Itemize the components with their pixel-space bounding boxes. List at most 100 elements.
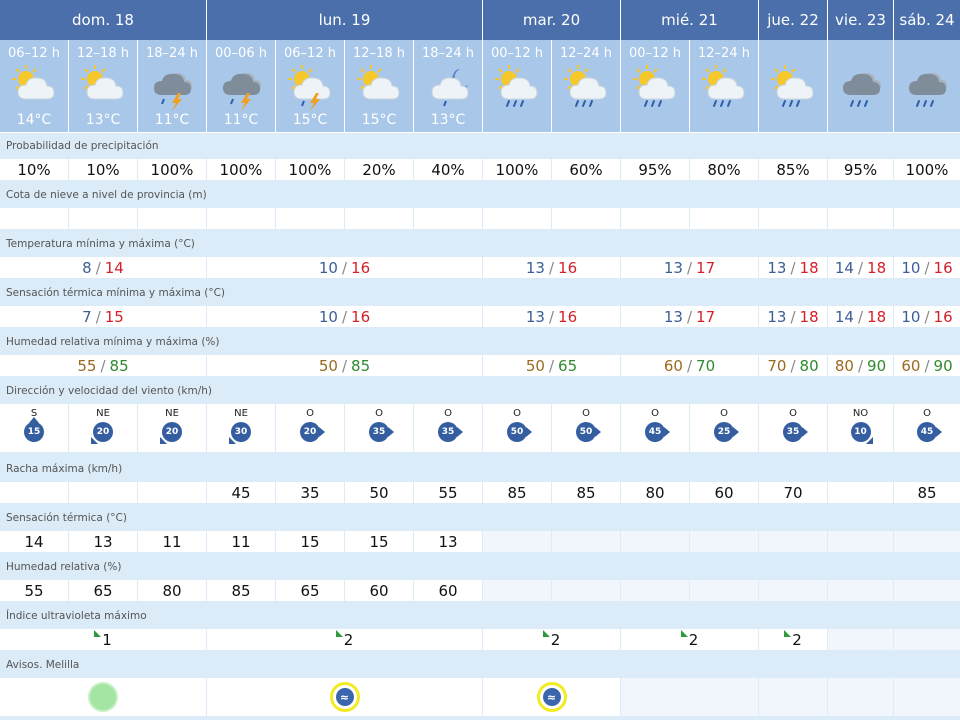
feels_now-cell: 11: [138, 531, 206, 552]
feels_now-cell: [483, 531, 551, 552]
uv-flag-icon: [680, 630, 688, 637]
warning-cell[interactable]: [759, 678, 827, 716]
feels-min: 10: [318, 307, 338, 326]
temp-cell: 13/17: [621, 257, 758, 278]
wave-icon: ≈: [335, 688, 354, 706]
precip-cell: 85%: [759, 159, 827, 180]
wind-direction-icon: [319, 427, 325, 437]
section-label: Índice ultravioleta máximo: [6, 610, 147, 622]
wind-direction: O: [306, 408, 314, 419]
period-header: 12–24 h: [690, 40, 758, 132]
feels-min: 13: [525, 307, 545, 326]
warning-coastal-icon[interactable]: ≈: [536, 682, 567, 712]
period-label: 12–18 h: [77, 46, 129, 61]
temp-min: 10: [318, 258, 338, 277]
separator: /: [924, 258, 930, 277]
hum_now-cell: [552, 580, 620, 601]
uv-flag-icon: [335, 630, 343, 637]
warning-cell[interactable]: [894, 678, 960, 716]
temp-max: 18: [867, 258, 887, 277]
humidity-max: 85: [109, 356, 129, 375]
wind-direction-icon: [526, 427, 532, 437]
separator: /: [924, 356, 930, 375]
separator: /: [341, 258, 348, 277]
precip-cell: 20%: [345, 159, 413, 180]
day-header[interactable]: sáb. 24: [894, 0, 960, 40]
wind-arrow-icon: 25: [714, 422, 739, 442]
feels-min: 10: [901, 307, 921, 326]
day-header[interactable]: jue. 22: [759, 0, 827, 40]
warning-coastal-icon[interactable]: ≈: [329, 682, 360, 712]
wind-arrow-icon: 35: [369, 422, 394, 442]
period-label: 06–12 h: [8, 46, 60, 61]
day-header[interactable]: vie. 23: [828, 0, 893, 40]
precip-cell: 100%: [894, 159, 960, 180]
wave-icon: ≈: [542, 688, 561, 706]
uv-value: 2: [792, 630, 802, 649]
separator: /: [548, 356, 555, 375]
separator: /: [924, 307, 930, 326]
warning-green-icon[interactable]: [88, 682, 118, 712]
temp-min: 13: [525, 258, 545, 277]
period-label: 18–24 h: [422, 46, 474, 61]
day-header[interactable]: mié. 21: [621, 0, 758, 40]
day-header[interactable]: mar. 20: [483, 0, 620, 40]
wind-cell: S 15: [0, 404, 68, 452]
warning-cell[interactable]: [828, 678, 893, 716]
humidity-cell: 50/65: [483, 355, 620, 376]
section-label: Sensación térmica mínima y máxima (°C): [6, 287, 226, 299]
feels_now-cell: 15: [276, 531, 344, 552]
warning-cell[interactable]: ≈: [483, 678, 620, 716]
snow-cell: [828, 208, 893, 229]
separator: /: [95, 307, 101, 326]
warning-cell[interactable]: [621, 678, 758, 716]
wind-cell: NO 10: [828, 404, 893, 452]
wind-speed: 50: [576, 422, 596, 442]
period-header: 00–06 h 11°C: [207, 40, 275, 132]
warning-cell[interactable]: ≈: [207, 678, 482, 716]
hum_now-cell: 60: [345, 580, 413, 601]
gust-cell: 50: [345, 482, 413, 503]
wind-speed: 35: [438, 422, 458, 442]
wind-direction: O: [651, 408, 659, 419]
snow-cell: [276, 208, 344, 229]
warning-cell[interactable]: [0, 678, 206, 716]
separator: /: [857, 258, 864, 277]
wind-cell: O 20: [276, 404, 344, 452]
wind-direction: NO: [852, 408, 869, 419]
period-header: 12–18 h 13°C: [69, 40, 137, 132]
period-label: 06–12 h: [284, 46, 336, 61]
separator: /: [341, 356, 348, 375]
wind-direction: NE: [165, 408, 179, 419]
humidity-max: 70: [696, 356, 716, 375]
wind-direction-icon: [595, 427, 601, 437]
gust-cell: 60: [690, 482, 758, 503]
wind-direction-icon: [457, 427, 463, 437]
humidity-min: 50: [525, 356, 545, 375]
gust-cell: 70: [759, 482, 827, 503]
gust-cell: 85: [552, 482, 620, 503]
day-header[interactable]: dom. 18: [0, 0, 206, 40]
humidity-min: 60: [901, 356, 921, 375]
feels_now-cell: 13: [69, 531, 137, 552]
section-label: Probabilidad de precipitación: [6, 140, 159, 152]
wind-arrow-icon: 20: [300, 422, 325, 442]
separator: /: [790, 356, 796, 375]
wind-direction: O: [513, 408, 521, 419]
period-temperature: 15°C: [292, 112, 328, 128]
section-label: Cota de nieve a nivel de provincia (m): [6, 189, 207, 201]
wind-speed: 20: [300, 422, 320, 442]
separator: /: [341, 307, 348, 326]
period-temperature: 15°C: [361, 112, 397, 128]
period-header: [894, 40, 960, 132]
feels-min: 14: [834, 307, 854, 326]
separator: /: [95, 258, 101, 277]
day-header[interactable]: lun. 19: [207, 0, 482, 40]
wind-arrow-icon: 15: [24, 417, 44, 442]
temp-max: 16: [558, 258, 578, 277]
snow-cell: [69, 208, 137, 229]
wind-arrow-icon: 35: [438, 422, 463, 442]
temp-cell: 8/14: [0, 257, 206, 278]
period-header: 06–12 h 15°C: [276, 40, 344, 132]
gust-cell: 85: [483, 482, 551, 503]
